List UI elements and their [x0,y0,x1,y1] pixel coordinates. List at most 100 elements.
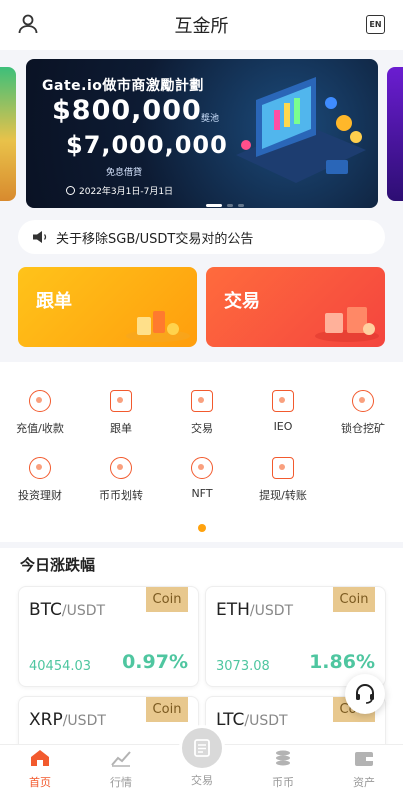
feature-grid: 充值/收款 跟单 交易 IEO 锁仓挖矿 投资理财 币币划转 NFT 提现/转账 [0,362,403,542]
coin-pair: ETH/USDT [216,600,293,620]
transfer-icon [110,457,132,479]
banner-amount-loan: $7,000,000 [66,131,228,159]
banner-date: 2022年3月1日-7月1日 [66,184,173,197]
coin-tag: Coin [146,587,188,612]
banner-next-slide[interactable] [387,67,403,201]
grid-item-lock-mining[interactable]: 锁仓挖矿 [323,390,403,436]
carousel-indicator [206,204,244,207]
trade-chart-icon [191,390,213,412]
trade-button[interactable]: 交易 [206,267,385,347]
grid-item-label: 投资理财 [18,489,62,502]
coin-pair: XRP/USDT [29,710,106,730]
user-icon[interactable] [16,12,40,36]
grid-item-label: 锁仓挖矿 [341,422,385,435]
coin-tag: Coin [146,697,188,722]
announcement-bar[interactable]: 关于移除SGB/USDT交易对的公告 [18,220,385,254]
coin-price: 3073.08 [216,659,270,674]
coin-base: ETH [216,600,250,620]
withdraw-icon [272,457,294,479]
speaker-icon [33,231,47,243]
coin-quote: /USDT [62,713,106,729]
coin-price: 40454.03 [29,659,92,674]
coins-icon [276,750,290,766]
ieo-icon [272,390,294,412]
coin-base: XRP [29,710,63,730]
market-section: 今日涨跌幅 BTC/USDT Coin 40454.03 0.97% ETH/U… [0,548,403,792]
coin-quote: /USDT [249,603,294,619]
tab-label: 币币 [272,776,294,789]
coin-pair: LTC/USDT [216,710,288,730]
grid-item-label: 币币划转 [99,489,143,502]
banner-carousel[interactable]: Gate.io做市商激勵計劃 $800,000 獎池 $7,000,000 免息… [0,50,403,210]
grid-item-label: NFT [191,487,213,500]
language-icon[interactable]: EN [366,15,385,34]
grid-item-ieo[interactable]: IEO [243,390,323,433]
app-header: 互金所 EN [0,0,403,50]
coin-change: 0.97% [122,651,188,673]
wallet-icon [355,752,373,766]
grid-item-withdraw[interactable]: 提现/转账 [243,457,323,503]
home-icon [31,750,49,766]
invest-icon [29,457,51,479]
coin-base: LTC [216,710,245,730]
coin-card-btc[interactable]: BTC/USDT Coin 40454.03 0.97% [18,586,199,687]
announcement-text: 关于移除SGB/USDT交易对的公告 [56,231,254,247]
trading-laptop-illustration [236,77,366,183]
coin-change: 1.86% [309,651,375,673]
tab-market[interactable]: 行情 [91,749,151,790]
headset-icon [356,684,374,704]
market-chart-icon [111,751,131,767]
trade-label: 交易 [224,291,260,312]
market-title: 今日涨跌幅 [20,556,96,574]
coin-tag: Coin [333,587,375,612]
banner-title: Gate.io做市商激勵計劃 [42,78,204,94]
grid-item-copy-order[interactable]: 跟单 [81,390,161,436]
grid-item-transfer[interactable]: 币币划转 [81,457,161,503]
grid-item-label: 跟单 [110,422,132,435]
tab-home[interactable]: 首页 [10,749,70,790]
banner-pool-label: 獎池 [201,114,220,124]
grid-item-label: 交易 [191,422,213,435]
grid-item-label: IEO [273,420,293,433]
banner-prev-slide[interactable] [0,67,16,201]
tab-coins[interactable]: 币币 [253,749,313,790]
grid-item-trade[interactable]: 交易 [162,390,242,436]
grid-item-deposit[interactable]: 充值/收款 [0,390,80,436]
tab-label: 行情 [110,776,132,789]
copy-trading-button[interactable]: 跟单 [18,267,197,347]
coin-card-eth[interactable]: ETH/USDT Coin 3073.08 1.86% [205,586,386,687]
grid-page-indicator [198,524,206,532]
customer-service-button[interactable] [345,674,385,714]
tab-label: 资产 [353,776,375,789]
coin-quote: /USDT [244,713,288,729]
coin-quote: /USDT [61,603,106,619]
coin-base: BTC [29,600,62,620]
tab-trade[interactable]: 交易 [172,772,232,788]
tab-label: 交易 [191,774,213,787]
copy-order-icon [110,390,132,412]
deposit-icon [29,390,51,412]
lock-mining-icon [352,390,374,412]
banner-amount-pool: $800,000 [52,95,202,126]
grid-item-label: 充值/收款 [16,422,64,435]
trade-icon [194,739,210,757]
carousel-dot-active [206,204,222,207]
banner-subtitle: 免息借貸 [106,168,143,178]
tab-label: 首页 [29,776,51,789]
copy-trading-label: 跟单 [36,291,72,312]
trade-center-button[interactable] [179,725,225,771]
trade-illustration-icon [315,307,379,342]
carousel-dot [238,204,244,207]
grid-item-invest[interactable]: 投资理财 [0,457,80,503]
page-title: 互金所 [174,16,229,37]
clock-icon [66,186,75,195]
tab-assets[interactable]: 资产 [334,749,394,790]
banner-date-text: 2022年3月1日-7月1日 [79,187,174,197]
banner-slide[interactable]: Gate.io做市商激勵計劃 $800,000 獎池 $7,000,000 免息… [26,59,378,208]
copy-trading-illustration-icon [126,311,190,342]
coin-pair: BTC/USDT [29,600,105,620]
carousel-dot [227,204,233,207]
nft-icon [191,457,213,479]
grid-item-nft[interactable]: NFT [162,457,242,500]
grid-item-label: 提现/转账 [259,489,307,502]
